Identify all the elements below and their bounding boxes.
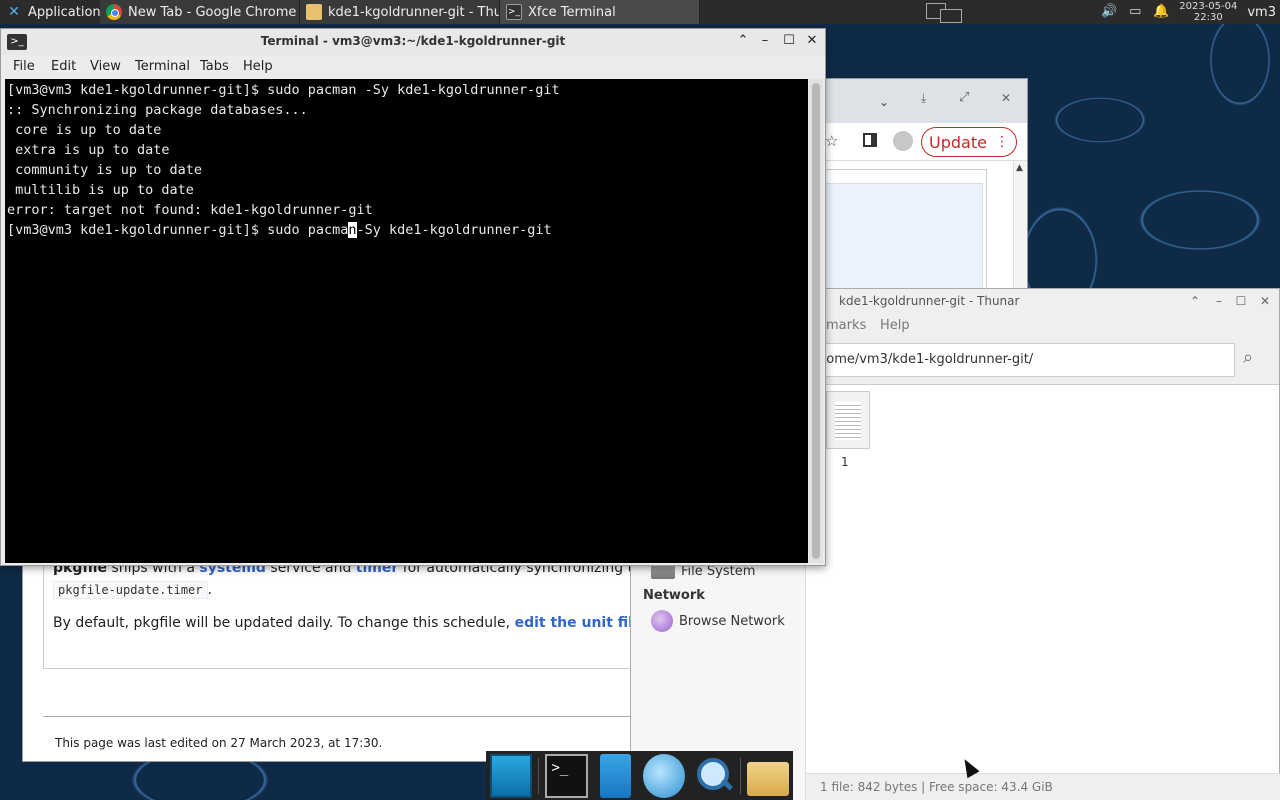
menu-bookmarks[interactable]: marks (826, 318, 866, 333)
terminal-prompt-line[interactable]: [vm3@vm3 kde1-kgoldrunner-git]$ sudo pac… (7, 220, 808, 240)
terminal-titlebar[interactable]: >_ Terminal - vm3@vm3:~/kde1-kgoldrunner… (1, 29, 825, 55)
close-icon[interactable]: ✕ (804, 33, 820, 49)
top-panel: ✕ Applications New Tab - Google Chrome k… (0, 0, 1280, 24)
dock-separator (538, 757, 540, 794)
network-icon (651, 610, 673, 632)
system-tray: 🔊 ▭ 🔔 2023-05-04 22:30 vm3 (1101, 0, 1280, 24)
web-browser-launcher-icon[interactable] (643, 753, 686, 798)
menu-edit[interactable]: Edit (51, 59, 76, 74)
last-edited-footer: This page was last edited on 27 March 20… (55, 736, 383, 750)
close-icon[interactable]: ✕ (1257, 294, 1273, 308)
side-panel-icon[interactable] (863, 133, 877, 147)
prompt-before-cursor: [vm3@vm3 kde1-kgoldrunner-git]$ sudo pac… (7, 222, 349, 238)
scrollbar-thumb[interactable] (812, 83, 820, 559)
chrome-icon (106, 4, 122, 20)
more-vert-icon: ⋮ (994, 134, 1009, 150)
menu-terminal[interactable]: Terminal (135, 59, 190, 74)
article-notice-box (813, 183, 983, 303)
xfce-mouse-icon: ✕ (8, 4, 20, 20)
applications-menu-button[interactable]: ✕ Applications (0, 0, 100, 24)
thunar-title: kde1-kgoldrunner-git - Thunar (839, 294, 1020, 308)
sidebar-header-network: Network (643, 588, 705, 603)
file-icon-1[interactable] (826, 391, 870, 449)
terminal-line: extra is up to date (7, 142, 170, 158)
terminal-window: >_ Terminal - vm3@vm3:~/kde1-kgoldrunner… (0, 28, 826, 566)
clock-date: 2023-05-04 (1179, 1, 1238, 12)
bottom-dock: >_ (486, 751, 793, 800)
task-label: New Tab - Google Chrome (128, 4, 297, 20)
user-menu[interactable]: vm3 (1247, 5, 1276, 20)
sidebar-item-label: Browse Network (679, 613, 785, 629)
menu-help[interactable]: Help (880, 318, 910, 333)
minimize-icon[interactable]: – (1211, 294, 1227, 308)
article-code-line: pkgfile-update.timer. (53, 581, 212, 599)
maximize-icon[interactable]: ☐ (781, 33, 797, 49)
home-folder-launcher-icon[interactable] (746, 761, 790, 796)
prompt-after-cursor: -Sy kde1-kgoldrunner-git (356, 222, 552, 238)
text-cursor: n (348, 222, 357, 238)
terminal-line: error: target not found: kde1-kgoldrunne… (7, 202, 373, 218)
battery-icon[interactable]: ▭ (1127, 4, 1143, 20)
terminal-menubar: File Edit View Terminal Tabs Help (1, 55, 825, 79)
task-chrome[interactable]: New Tab - Google Chrome (100, 0, 300, 24)
edit-unit-file-link[interactable]: edit the unit file (515, 615, 643, 631)
chrome-update-button[interactable]: Update ⋮ (921, 127, 1017, 157)
terminal-output[interactable]: [vm3@vm3 kde1-kgoldrunner-git]$ sudo pac… (5, 79, 808, 563)
profile-avatar-icon[interactable] (893, 131, 913, 151)
folder-icon (306, 4, 322, 20)
clock-time: 22:30 (1193, 12, 1223, 23)
file-label[interactable]: 1 (841, 455, 849, 469)
minimize-icon[interactable]: – (757, 33, 773, 49)
terminal-line: community is up to date (7, 162, 203, 178)
article-paragraph-2: By default, pkgfile will be updated dail… (53, 615, 647, 631)
file-manager-launcher-icon[interactable] (600, 753, 632, 798)
clock[interactable]: 2023-05-04 22:30 (1179, 1, 1237, 23)
terminal-scrollbar[interactable] (809, 79, 823, 563)
volume-icon[interactable]: 🔊 (1101, 4, 1117, 20)
maximize-icon[interactable]: ⤢ (959, 90, 969, 105)
task-label: kde1-kgoldrunner-git - Thunar (328, 4, 500, 20)
terminal-line: :: Synchronizing package databases... (7, 102, 308, 118)
thunar-statusbar: 1 file: 842 bytes | Free space: 43.4 GiB (806, 773, 1280, 800)
terminal-icon: >_ (506, 4, 522, 20)
menu-tabs[interactable]: Tabs (200, 59, 229, 74)
terminal-title: Terminal - vm3@vm3:~/kde1-kgoldrunner-gi… (260, 34, 566, 48)
show-desktop-icon[interactable] (490, 753, 533, 798)
dock-separator (739, 757, 741, 794)
task-thunar[interactable]: kde1-kgoldrunner-git - Thunar (300, 0, 500, 24)
footer-divider (43, 716, 643, 717)
task-terminal[interactable]: >_ Xfce Terminal (500, 0, 700, 24)
terminal-launcher-icon[interactable]: >_ (545, 753, 589, 798)
download-icon[interactable]: ⤓ (921, 91, 926, 106)
sidebar-item-browse-network[interactable]: Browse Network (651, 610, 785, 632)
scroll-up-arrow-icon[interactable]: ▲ (1016, 163, 1023, 173)
terminal-line: core is up to date (7, 122, 162, 138)
tab-search-icon[interactable]: ⌄ (879, 95, 889, 109)
update-label: Update (929, 132, 987, 152)
bell-icon[interactable]: 🔔 (1153, 4, 1169, 20)
search-icon[interactable]: ⌕ (1243, 347, 1267, 371)
workspace-switcher[interactable] (924, 2, 964, 24)
close-icon[interactable]: ✕ (1001, 91, 1011, 105)
menu-file[interactable]: File (13, 59, 35, 74)
chevron-up-icon[interactable]: ⌃ (735, 33, 751, 49)
task-label: Xfce Terminal (528, 4, 616, 20)
bookmark-star-icon[interactable]: ☆ (825, 132, 838, 150)
code-pkgfile-update-timer: pkgfile-update.timer (53, 581, 208, 599)
app-finder-launcher-icon[interactable] (691, 754, 733, 798)
terminal-line: [vm3@vm3 kde1-kgoldrunner-git]$ sudo pac… (7, 82, 560, 98)
text: . (207, 582, 212, 598)
menu-help[interactable]: Help (243, 59, 273, 74)
text: By default, pkgfile will be updated dail… (53, 615, 515, 631)
terminal-line: multilib is up to date (7, 182, 194, 198)
location-path-input[interactable]: home/vm3/kde1-kgoldrunner-git/ (811, 343, 1235, 377)
maximize-icon[interactable]: ☐ (1233, 294, 1249, 308)
applications-label: Applications (28, 4, 100, 20)
workspace-2[interactable] (940, 9, 962, 23)
chevron-up-icon[interactable]: ⌃ (1187, 294, 1203, 308)
menu-view[interactable]: View (90, 59, 121, 74)
